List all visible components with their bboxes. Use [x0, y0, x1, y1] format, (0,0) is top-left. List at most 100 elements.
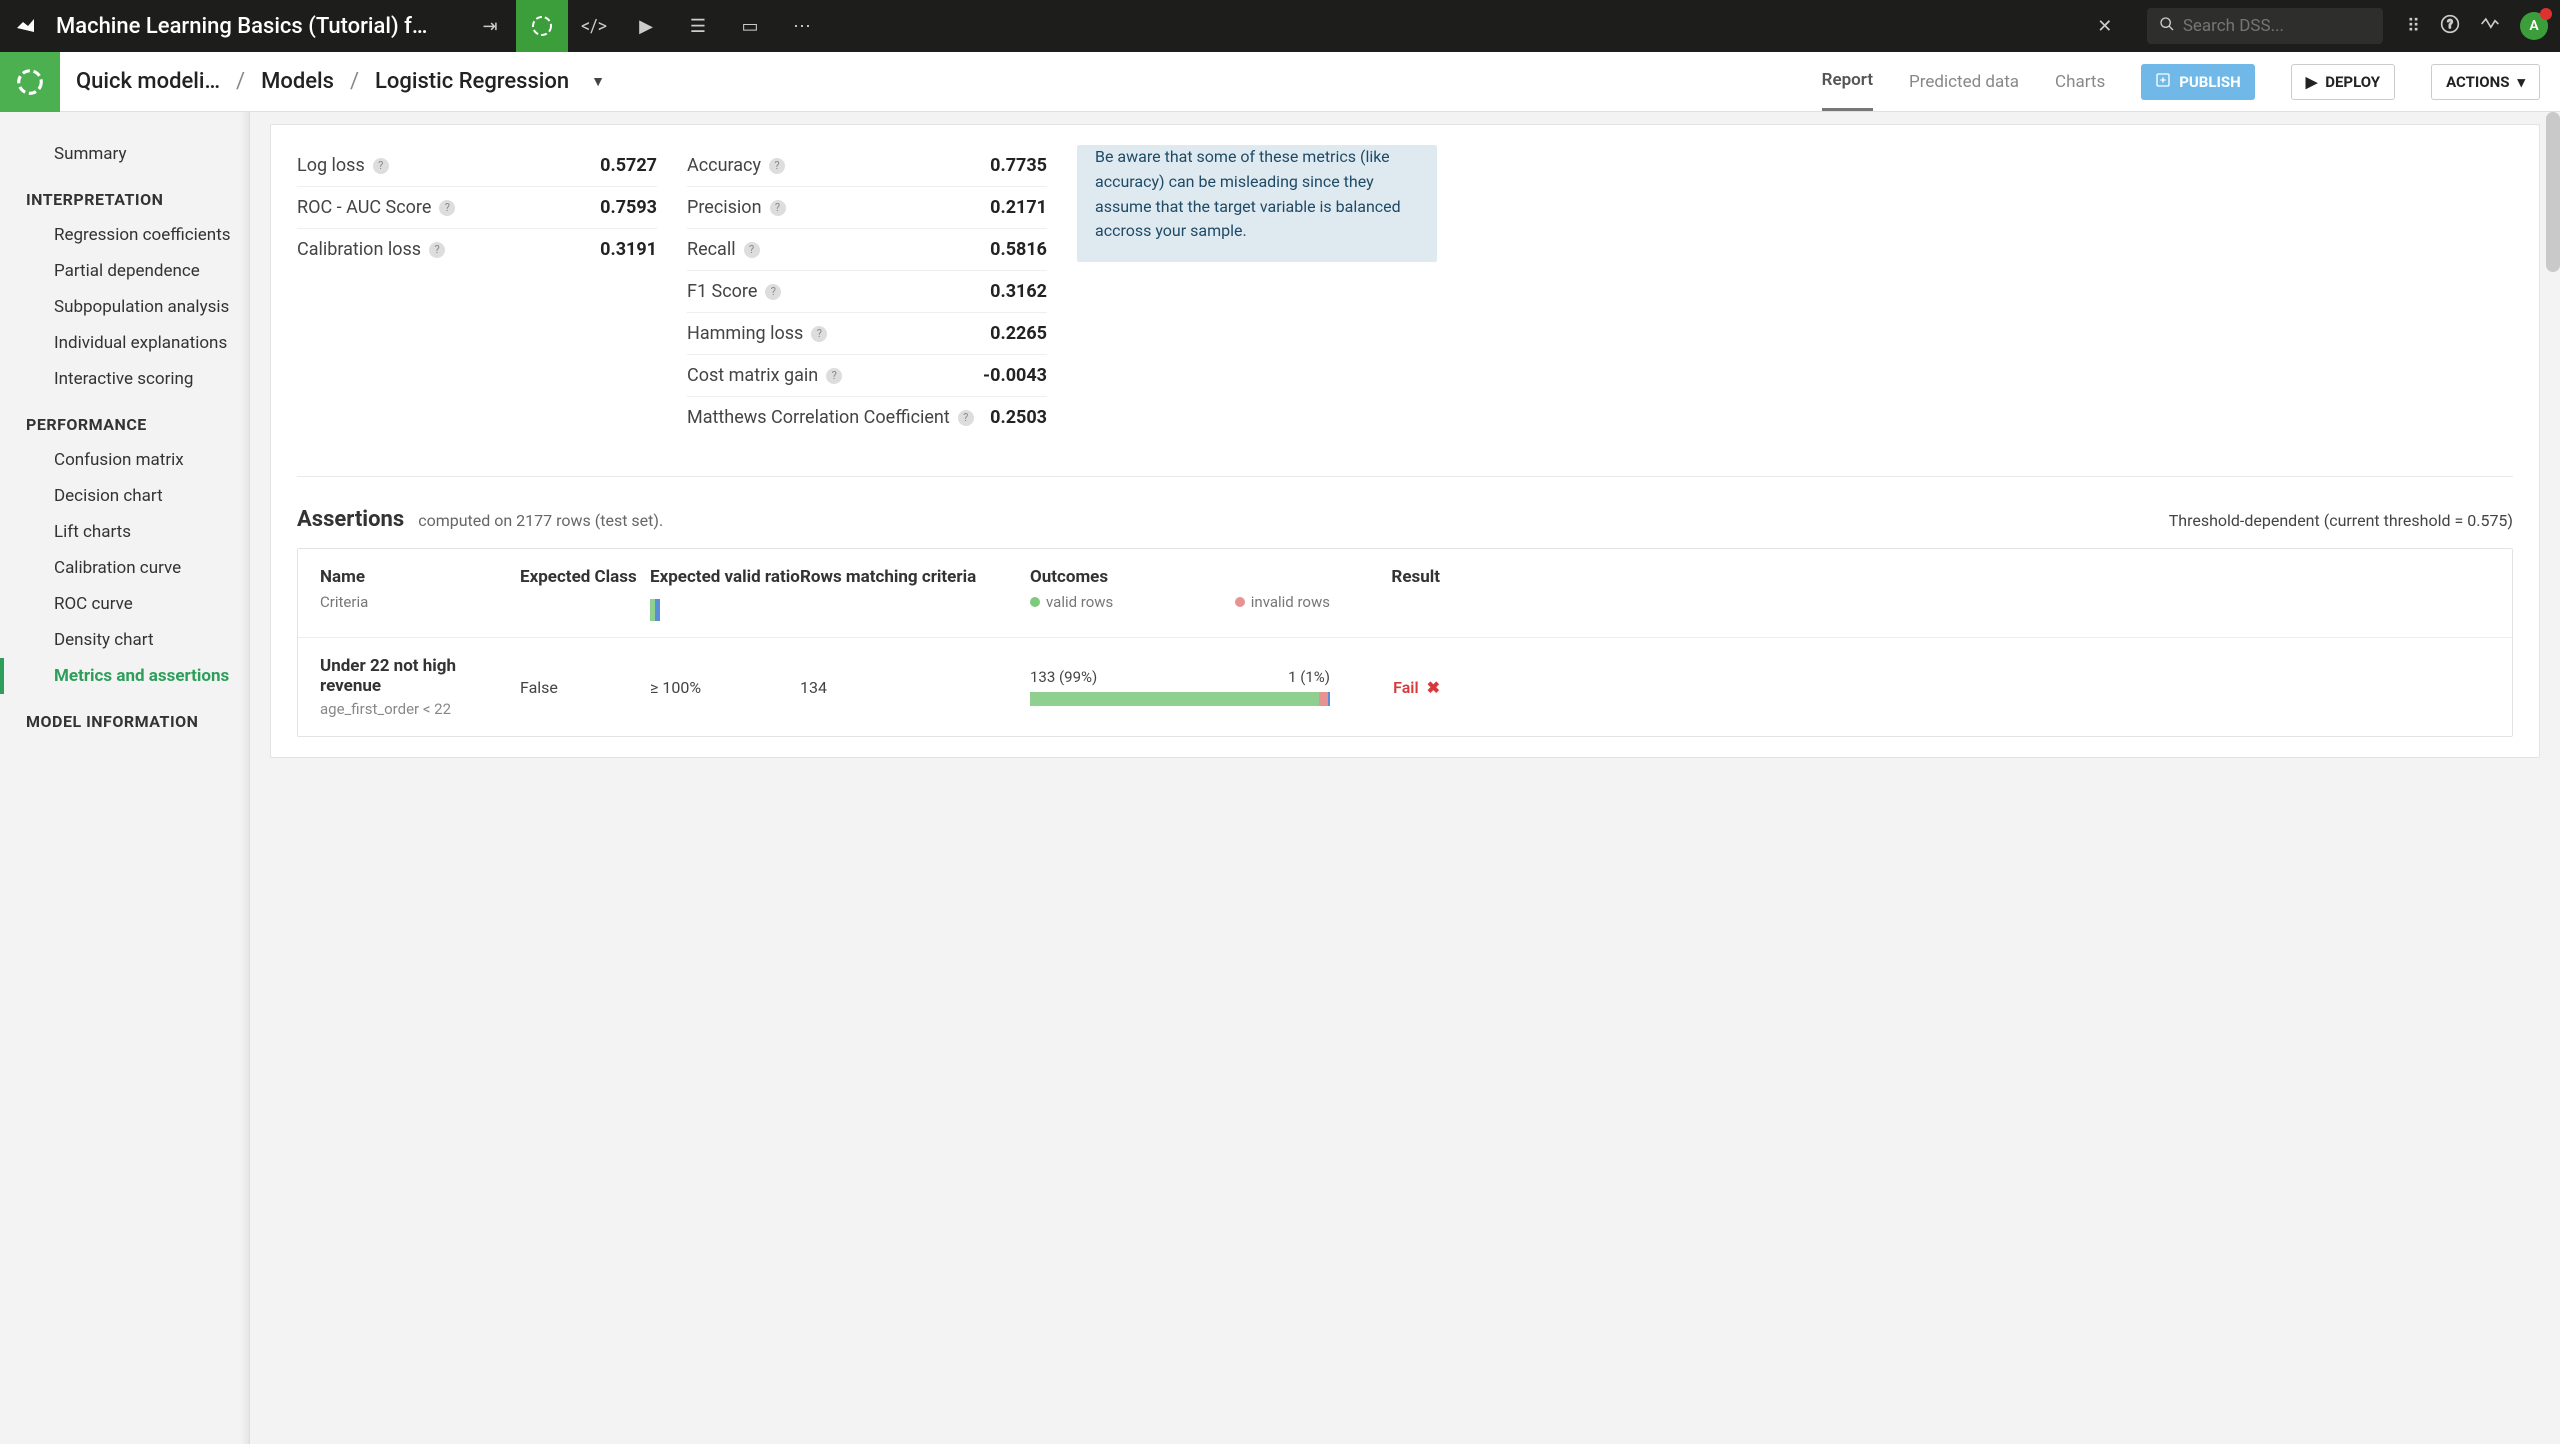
- top-bar: Machine Learning Basics (Tutorial) for A…: [0, 0, 2560, 52]
- publish-label: PUBLISH: [2179, 73, 2240, 91]
- project-title[interactable]: Machine Learning Basics (Tutorial) for A…: [56, 14, 436, 39]
- breadcrumb-models[interactable]: Models: [261, 69, 334, 94]
- metrics-left-col: Log loss? 0.5727 ROC - AUC Score? 0.7593 C…: [297, 145, 657, 270]
- assertion-name: Under 22 not high revenue: [320, 656, 520, 696]
- help-icon[interactable]: ?: [2440, 14, 2460, 38]
- avatar-letter: A: [2529, 18, 2538, 34]
- sidebar-item-regression-coefficients[interactable]: Regression coefficients: [0, 217, 249, 253]
- help-icon[interactable]: ?: [373, 158, 389, 174]
- lab-icon[interactable]: [516, 0, 568, 52]
- ratio-legend-icon: [650, 599, 660, 621]
- help-icon[interactable]: ?: [958, 410, 974, 426]
- sidebar-heading-interpretation: INTERPRETATION: [0, 172, 249, 217]
- help-icon[interactable]: ?: [744, 242, 760, 258]
- assertions-table: Name Criteria Expected Class Expected va…: [297, 548, 2513, 737]
- top-right-icons: ⠿ ? A: [2407, 12, 2548, 40]
- assertions-threshold-note: Threshold-dependent (current threshold =…: [2169, 511, 2513, 530]
- metric-value: -0.0043: [983, 365, 1047, 386]
- help-icon[interactable]: ?: [770, 200, 786, 216]
- actions-button[interactable]: ACTIONS ▾: [2431, 64, 2540, 100]
- metric-value: 0.5816: [990, 239, 1047, 260]
- help-icon[interactable]: ?: [429, 242, 445, 258]
- sidebar-item-density-chart[interactable]: Density chart: [0, 622, 249, 658]
- model-tabs: Report Predicted data Charts PUBLISH ▶ D…: [1822, 52, 2560, 111]
- metric-value: 0.3162: [990, 281, 1047, 302]
- search-input[interactable]: [2183, 16, 2371, 36]
- caret-down-icon: ▾: [2517, 73, 2525, 91]
- stack-icon[interactable]: ☰: [672, 0, 724, 52]
- sidebar-item-individual-explanations[interactable]: Individual explanations: [0, 325, 249, 361]
- lab-badge-icon[interactable]: [0, 52, 60, 112]
- sidebar-heading-model-info: MODEL INFORMATION: [0, 694, 249, 739]
- metric-value: 0.5727: [600, 155, 657, 176]
- sidebar-item-lift-charts[interactable]: Lift charts: [0, 514, 249, 550]
- assertion-row: Under 22 not high revenue age_first_orde…: [298, 638, 2512, 736]
- metrics-right-col: Accuracy?0.7735 Precision?0.2171 Recall?…: [687, 145, 1047, 438]
- close-icon[interactable]: ✕: [2079, 0, 2131, 52]
- breadcrumb-sep: /: [236, 69, 245, 94]
- metric-label: ROC - AUC Score: [297, 197, 431, 218]
- tab-predicted-data[interactable]: Predicted data: [1909, 54, 2019, 110]
- col-expected-class: Expected Class: [520, 567, 650, 619]
- search-box[interactable]: [2147, 8, 2383, 44]
- play-icon[interactable]: ▶: [620, 0, 672, 52]
- breadcrumb-analysis[interactable]: Quick modeli…: [76, 69, 220, 94]
- help-icon[interactable]: ?: [439, 200, 455, 216]
- assertion-result: Fail ✖: [1330, 678, 1440, 697]
- tab-charts[interactable]: Charts: [2055, 54, 2105, 110]
- metric-value: 0.3191: [600, 239, 657, 260]
- flow-icon[interactable]: ⇥: [464, 0, 516, 52]
- breadcrumb: Quick modeli… / Models / Logistic Regres…: [76, 69, 605, 94]
- assertion-outcome-invalid: 1 (1%): [1288, 668, 1330, 686]
- sidebar-item-summary[interactable]: Summary: [0, 136, 249, 172]
- content-area: Log loss? 0.5727 ROC - AUC Score? 0.7593 C…: [250, 112, 2560, 1444]
- sidebar-heading-performance: PERFORMANCE: [0, 397, 249, 442]
- sidebar-item-interactive-scoring[interactable]: Interactive scoring: [0, 361, 249, 397]
- metric-label: Log loss: [297, 155, 365, 176]
- col-name: Name: [320, 567, 520, 587]
- metric-label: Cost matrix gain: [687, 365, 818, 386]
- sidebar-item-metrics-assertions[interactable]: Metrics and assertions: [0, 658, 249, 694]
- metric-value: 0.7593: [600, 197, 657, 218]
- deploy-button[interactable]: ▶ DEPLOY: [2291, 64, 2395, 100]
- code-icon[interactable]: </>: [568, 0, 620, 52]
- help-icon[interactable]: ?: [769, 158, 785, 174]
- metric-label: Recall: [687, 239, 736, 260]
- outcomes-valid-label: valid rows: [1046, 593, 1113, 611]
- metric-label: Accuracy: [687, 155, 761, 176]
- help-icon[interactable]: ?: [765, 284, 781, 300]
- sidebar-item-roc-curve[interactable]: ROC curve: [0, 586, 249, 622]
- caret-down-icon[interactable]: ▼: [591, 73, 605, 90]
- dashboard-icon[interactable]: ▭: [724, 0, 776, 52]
- help-icon[interactable]: ?: [811, 326, 827, 342]
- play-icon: ▶: [2306, 73, 2318, 91]
- sidebar-item-decision-chart[interactable]: Decision chart: [0, 478, 249, 514]
- apps-icon[interactable]: ⠿: [2407, 16, 2420, 37]
- deploy-label: DEPLOY: [2325, 73, 2380, 91]
- col-outcomes: Outcomes: [1030, 567, 1330, 587]
- sidebar-item-partial-dependence[interactable]: Partial dependence: [0, 253, 249, 289]
- assertions-subtitle: computed on 2177 rows (test set).: [418, 511, 663, 530]
- invalid-dot-icon: [1235, 597, 1245, 607]
- metric-value: 0.7735: [990, 155, 1047, 176]
- metric-value: 0.2265: [990, 323, 1047, 344]
- sidebar-item-confusion-matrix[interactable]: Confusion matrix: [0, 442, 249, 478]
- sidebar-item-subpopulation-analysis[interactable]: Subpopulation analysis: [0, 289, 249, 325]
- help-icon[interactable]: ?: [826, 368, 842, 384]
- valid-dot-icon: [1030, 597, 1040, 607]
- publish-icon: [2155, 72, 2171, 92]
- fail-icon: ✖: [1427, 678, 1440, 697]
- result-label: Fail: [1393, 678, 1418, 697]
- tab-report[interactable]: Report: [1822, 52, 1873, 111]
- metric-value: 0.2503: [990, 407, 1047, 428]
- metrics-card: Log loss? 0.5727 ROC - AUC Score? 0.7593 C…: [270, 124, 2540, 758]
- dataiku-logo-icon[interactable]: [12, 12, 40, 40]
- more-icon[interactable]: ⋯: [776, 0, 828, 52]
- metric-label: Calibration loss: [297, 239, 421, 260]
- publish-button[interactable]: PUBLISH: [2141, 64, 2254, 100]
- scrollbar[interactable]: [2546, 112, 2560, 272]
- user-avatar[interactable]: A: [2520, 12, 2548, 40]
- sidebar-item-calibration-curve[interactable]: Calibration curve: [0, 550, 249, 586]
- breadcrumb-model-name[interactable]: Logistic Regression: [375, 69, 569, 94]
- activity-icon[interactable]: [2480, 14, 2500, 38]
